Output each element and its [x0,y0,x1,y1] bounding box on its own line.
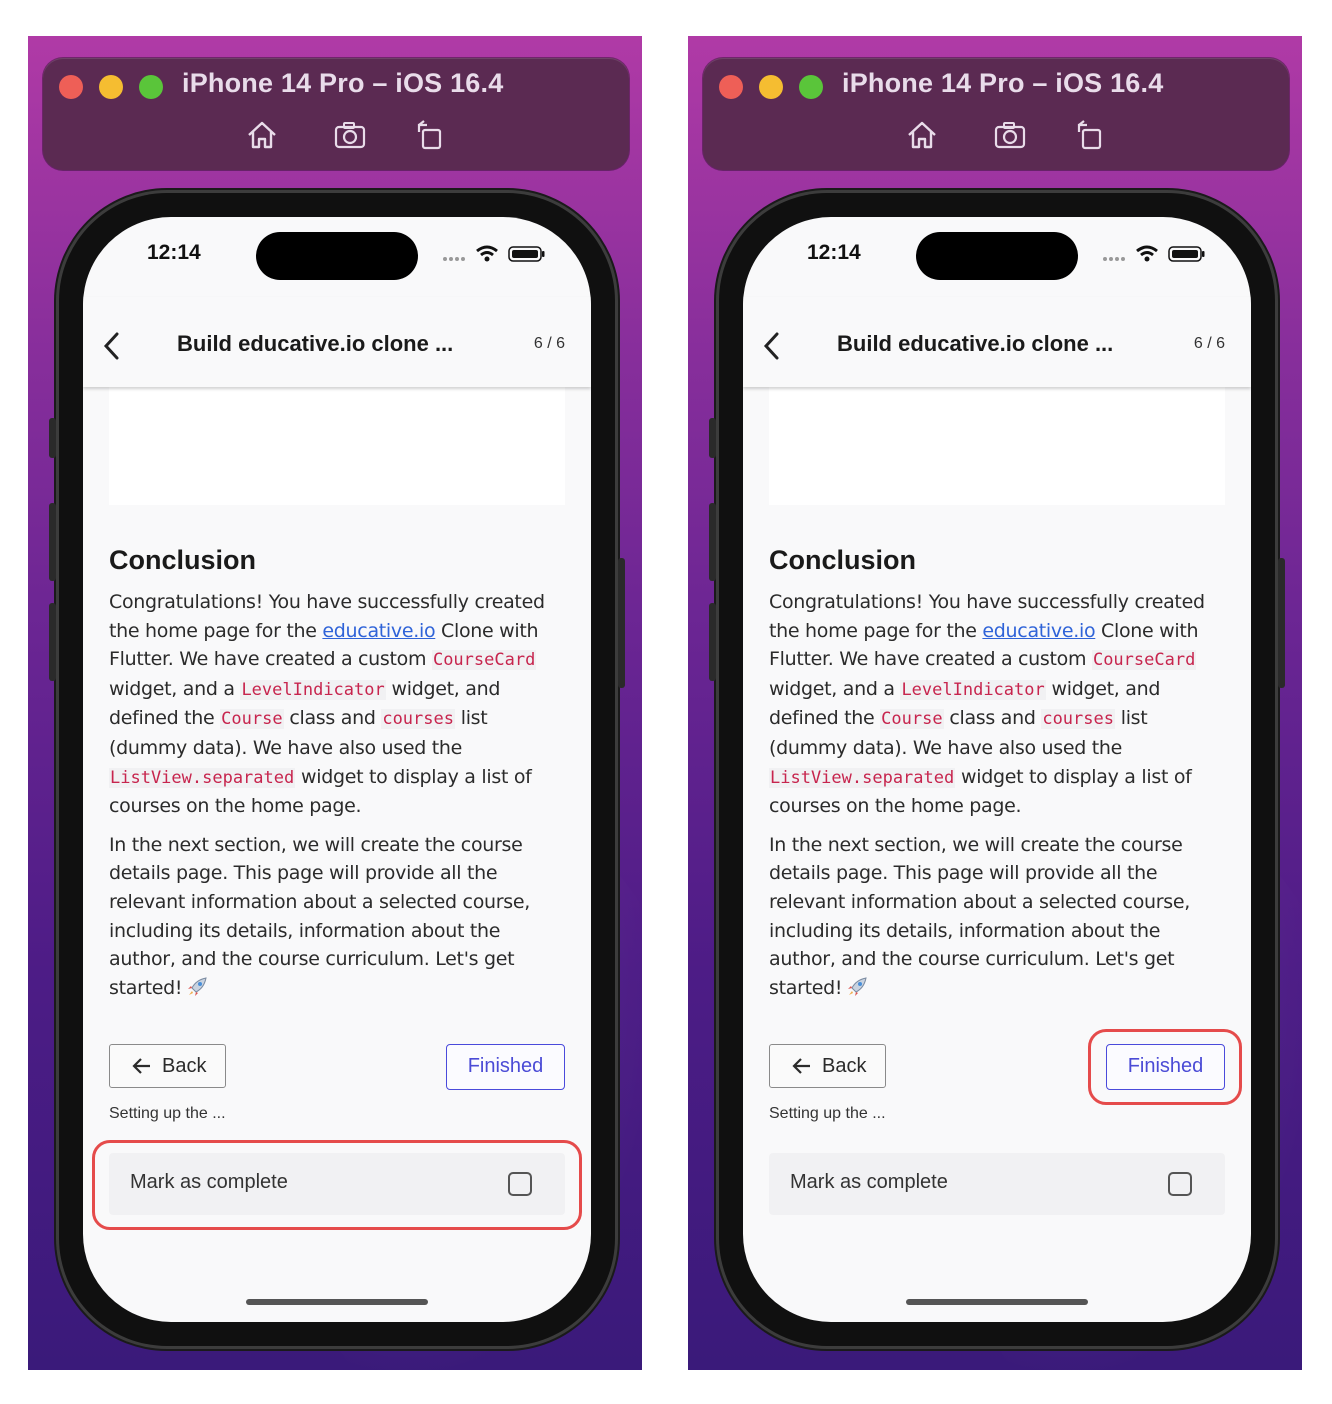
minimize-window-button[interactable] [99,75,123,99]
wifi-icon [476,245,498,262]
home-indicator[interactable] [246,1299,428,1305]
rocket-icon [848,977,867,996]
inline-code: CourseCard [431,650,537,671]
content-placeholder-box [109,387,565,505]
rocket-icon [188,977,207,996]
inline-code: CourseCard [1091,650,1197,671]
back-button-label: Back [162,1055,207,1077]
simulator-window-left: iPhone 14 Pro – iOS 16.4 12:14 Build edu… [28,36,642,1370]
signal-icon [443,257,465,261]
inline-code: Course [880,709,944,730]
minimize-window-button[interactable] [759,75,783,99]
mute-switch [49,418,56,458]
previous-lesson-label: Setting up the ... [769,1105,886,1122]
highlight-box-mark-complete [92,1140,582,1230]
battery-icon [508,246,545,262]
volume-up-button [49,503,56,581]
inline-code: courses [381,709,455,730]
battery-icon [1168,246,1205,262]
status-icons [1103,245,1205,262]
iphone-frame: 12:14 Build educative.io clone ... 6 / 6… [709,193,1285,1346]
screenshot-icon[interactable] [993,118,1027,152]
previous-lesson-label: Setting up the ... [109,1105,226,1122]
text: class and [943,707,1042,730]
back-button-label: Back [822,1055,867,1077]
text: In the next section, we will create the … [769,833,1191,999]
text: widget, and a [769,677,901,700]
home-indicator[interactable] [906,1299,1088,1305]
inline-code: ListView.separated [109,767,296,788]
power-button [618,558,625,688]
paragraph-2: In the next section, we will create the … [109,831,569,1003]
inline-code: LevelIndicator [900,679,1046,700]
rotate-icon[interactable] [413,118,447,152]
section-heading: Conclusion [769,545,916,575]
volume-down-button [49,603,56,681]
dynamic-island [916,232,1078,280]
inline-code: courses [1041,709,1115,730]
text: In the next section, we will create the … [109,833,531,999]
wifi-icon [1136,245,1158,262]
text: widget, and a [109,677,241,700]
close-window-button[interactable] [59,75,83,99]
chevron-left-icon[interactable] [101,331,123,361]
content-placeholder-box [769,387,1225,505]
paragraph-1: Congratulations! You have successfully c… [109,588,569,821]
dynamic-island [256,232,418,280]
lesson-counter: 6 / 6 [1193,335,1225,352]
app-screen: 12:14 Build educative.io clone ... 6 / 6… [743,217,1251,1322]
nav-title: Build educative.io clone ... [177,331,454,356]
section-heading: Conclusion [109,545,256,575]
mark-as-complete-row[interactable]: Mark as complete [769,1153,1225,1215]
arrow-left-icon [132,1058,150,1074]
screenshot-icon[interactable] [333,118,367,152]
simulator-window-right: iPhone 14 Pro – iOS 16.4 12:14 Build edu… [688,36,1302,1370]
app-navbar: Build educative.io clone ... 6 / 6 [83,297,591,387]
app-navbar: Build educative.io clone ... 6 / 6 [743,297,1251,387]
status-icons [443,245,545,262]
window-title: iPhone 14 Pro – iOS 16.4 [842,68,1164,98]
highlight-box-finished [1088,1029,1242,1105]
checkbox-icon[interactable] [1168,1172,1192,1196]
back-button[interactable]: Back [109,1044,226,1088]
educative-link[interactable]: educative.io [982,620,1095,642]
home-icon[interactable] [905,118,939,152]
arrow-left-icon [792,1058,810,1074]
zoom-window-button[interactable] [139,75,163,99]
lesson-content: Conclusion Congratulations! You have suc… [109,387,569,1012]
mark-as-complete-label: Mark as complete [790,1171,948,1193]
finished-button[interactable]: Finished [446,1044,565,1090]
inline-code: LevelIndicator [240,679,386,700]
window-title: iPhone 14 Pro – iOS 16.4 [182,68,504,98]
inline-code: ListView.separated [769,767,956,788]
signal-icon [1103,257,1125,261]
chevron-left-icon[interactable] [761,331,783,361]
zoom-window-button[interactable] [799,75,823,99]
paragraph-1: Congratulations! You have successfully c… [769,588,1229,821]
educative-link[interactable]: educative.io [322,620,435,642]
simulator-titlebar: iPhone 14 Pro – iOS 16.4 [703,58,1289,170]
back-button[interactable]: Back [769,1044,886,1088]
status-time: 12:14 [807,241,861,264]
home-icon[interactable] [245,118,279,152]
lesson-content: Conclusion Congratulations! You have suc… [769,387,1229,1012]
rotate-icon[interactable] [1073,118,1107,152]
text: class and [283,707,382,730]
paragraph-2: In the next section, we will create the … [769,831,1229,1003]
volume-up-button [709,503,716,581]
power-button [1278,558,1285,688]
inline-code: Course [220,709,284,730]
simulator-titlebar: iPhone 14 Pro – iOS 16.4 [43,58,629,170]
volume-down-button [709,603,716,681]
status-time: 12:14 [147,241,201,264]
close-window-button[interactable] [719,75,743,99]
lesson-counter: 6 / 6 [533,335,565,352]
mute-switch [709,418,716,458]
nav-title: Build educative.io clone ... [837,331,1114,356]
